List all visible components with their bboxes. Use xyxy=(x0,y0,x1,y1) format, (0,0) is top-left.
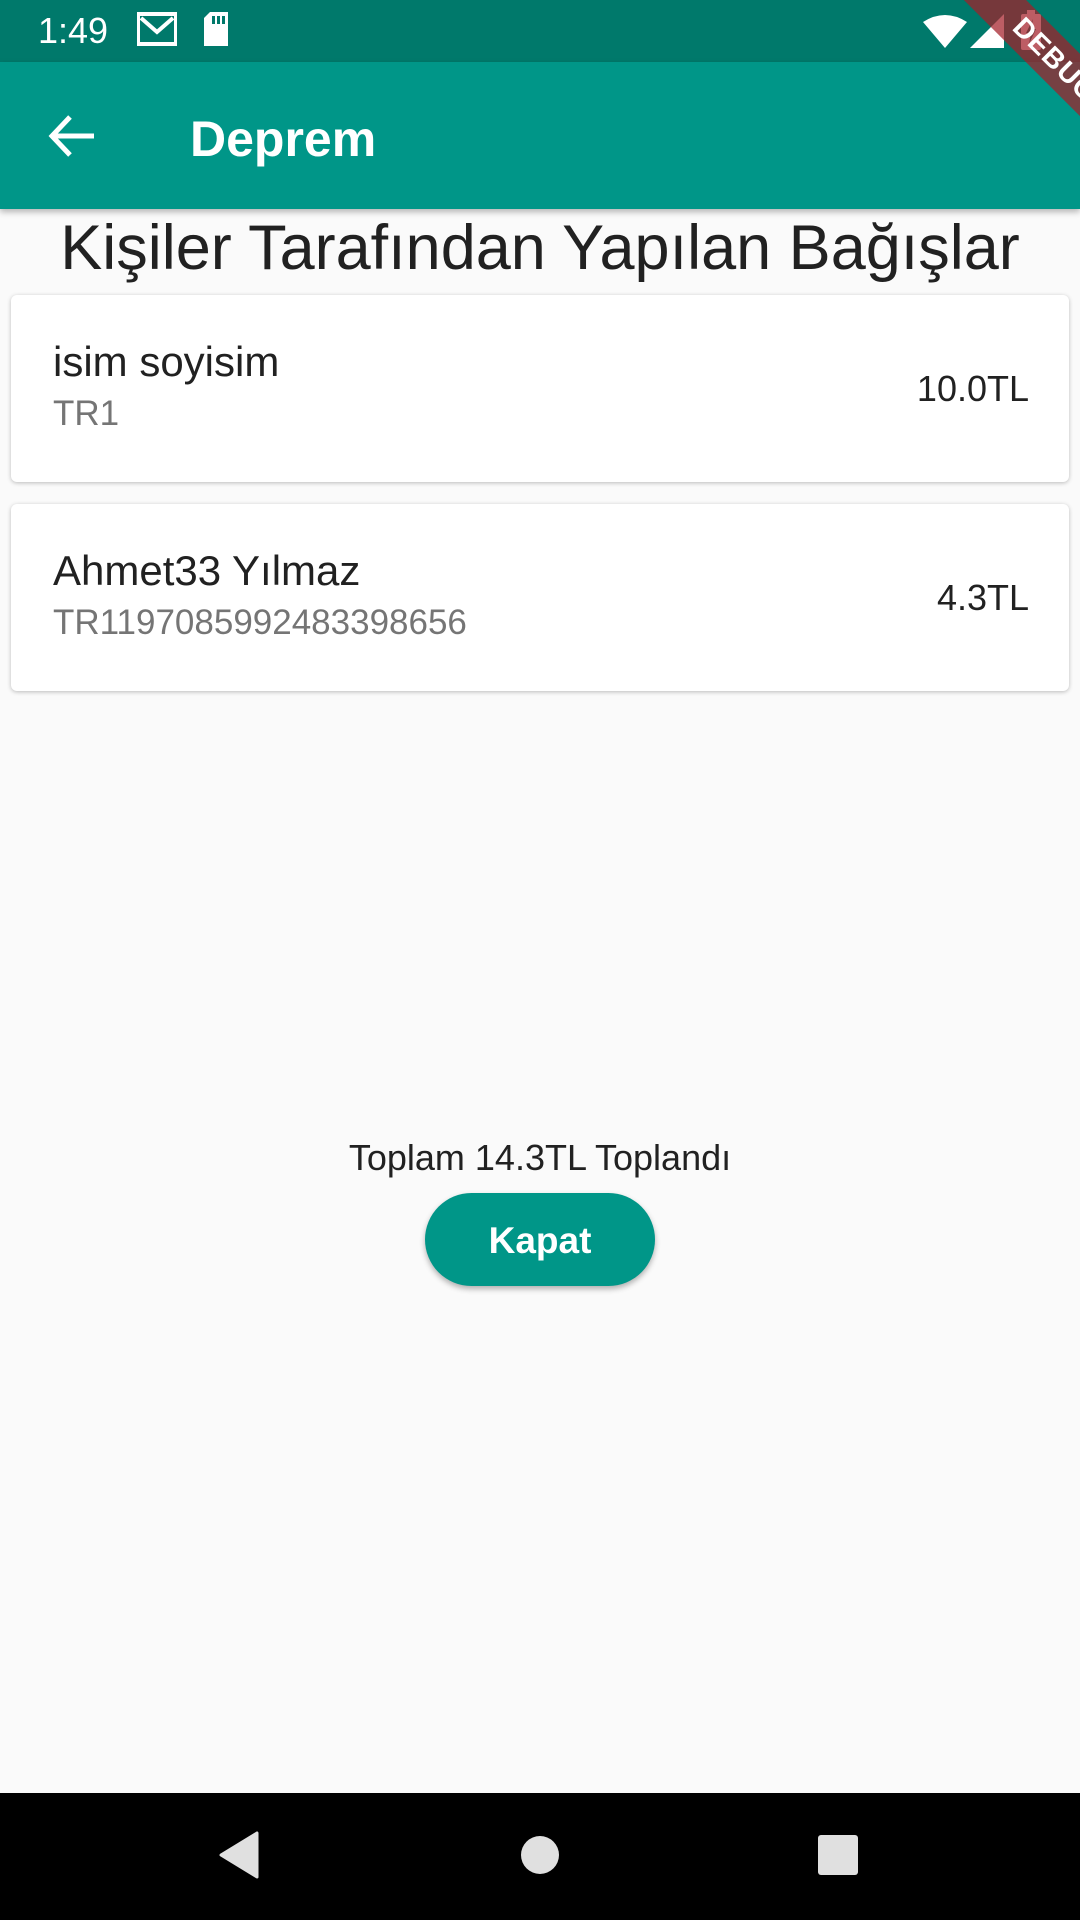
sd-card-icon xyxy=(202,12,230,51)
status-time: 1:49 xyxy=(38,10,109,51)
app-title: Deprem xyxy=(190,111,377,167)
donor-name: isim soyisim xyxy=(53,338,280,385)
nav-recents-button[interactable] xyxy=(796,1815,880,1899)
donation-card: isim soyisim TR1 10.0TL xyxy=(11,295,1069,482)
wifi-icon xyxy=(923,14,967,53)
page-heading: Kişiler Tarafından Yapılan Bağışlar xyxy=(60,213,1020,283)
recents-square-icon xyxy=(817,1834,859,1881)
donation-amount: 4.3TL xyxy=(936,577,1029,618)
donor-iban: TR1 xyxy=(53,394,120,433)
system-nav-bar xyxy=(0,1793,1080,1920)
donation-amount: 10.0TL xyxy=(916,368,1029,409)
arrow-back-icon xyxy=(48,114,96,163)
gmail-icon xyxy=(136,12,178,51)
app-bar: Deprem xyxy=(0,62,1080,209)
home-circle-icon xyxy=(520,1835,560,1880)
nav-home-button[interactable] xyxy=(498,1815,582,1899)
total-collected-text: Toplam 14.3TL Toplandı xyxy=(348,1137,732,1178)
nav-back-button[interactable] xyxy=(197,1815,281,1899)
donor-iban: TR1197085992483398656 xyxy=(53,603,467,642)
donation-card: Ahmet33 Yılmaz TR1197085992483398656 4.3… xyxy=(11,504,1069,691)
donor-name: Ahmet33 Yılmaz xyxy=(53,547,361,594)
close-button[interactable]: Kapat xyxy=(425,1193,655,1286)
signal-icon xyxy=(970,14,1004,53)
back-triangle-icon xyxy=(217,1831,261,1884)
status-bar: 1:49 xyxy=(0,0,1080,62)
back-button[interactable] xyxy=(32,98,112,178)
battery-charging-icon xyxy=(1020,10,1042,55)
